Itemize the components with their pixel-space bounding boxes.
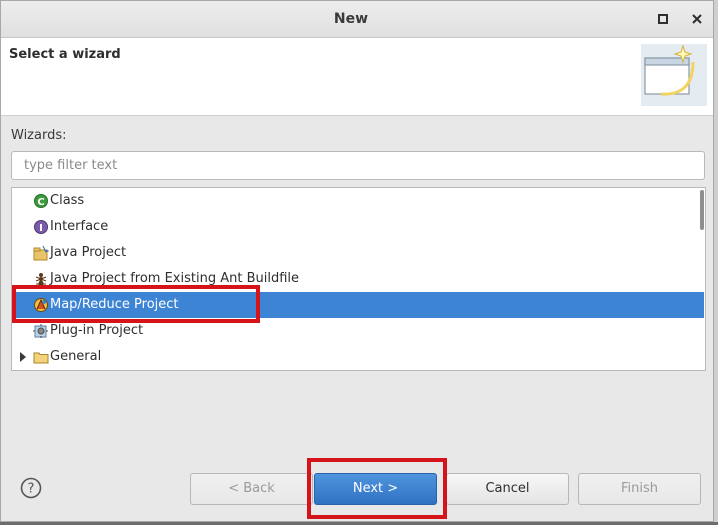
title-bar[interactable]: New [1, 1, 713, 38]
wizards-label: Wizards: [11, 128, 67, 143]
back-button[interactable]: < Back [190, 473, 313, 505]
help-icon: ? [20, 477, 42, 499]
wizard-tree[interactable]: C Class I Interface Java Project Java Pr… [11, 187, 706, 371]
class-icon: C [34, 194, 48, 208]
maximize-icon [658, 14, 668, 24]
tree-item-label: Interface [50, 219, 109, 234]
tree-item-java-project[interactable]: Java Project [12, 240, 704, 266]
wizard-header: Select a wizard [1, 38, 713, 116]
cancel-button[interactable]: Cancel [446, 473, 569, 505]
svg-text:C: C [37, 197, 44, 208]
help-button[interactable]: ? [20, 477, 42, 499]
tree-item-mapreduce-project[interactable]: Map/Reduce Project [12, 292, 704, 318]
tree-item-label: Class [50, 193, 85, 208]
svg-text:?: ? [28, 482, 35, 497]
mapreduce-project-icon [34, 298, 48, 312]
tree-item-label: Java Project from Existing Ant Buildfile [50, 271, 300, 286]
page-title: Select a wizard [9, 47, 121, 62]
plugin-project-icon [33, 324, 48, 338]
wizard-banner-icon [641, 44, 707, 106]
close-icon [692, 14, 702, 24]
maximize-button[interactable] [653, 9, 673, 29]
background-window-edge [714, 0, 718, 525]
tree-item-class[interactable]: C Class [12, 188, 704, 214]
tree-item-plugin-project[interactable]: Plug-in Project [12, 318, 704, 344]
svg-text:I: I [39, 223, 43, 234]
new-wizard-dialog: New Select a wizard Wizards: C [0, 0, 714, 522]
tree-scrollbar[interactable] [700, 190, 704, 230]
java-project-icon [33, 245, 49, 261]
interface-icon: I [34, 220, 48, 234]
tree-item-interface[interactable]: I Interface [12, 214, 704, 240]
tree-item-general[interactable]: General [12, 344, 704, 370]
filter-input[interactable] [11, 151, 705, 180]
tree-item-label: Plug-in Project [50, 323, 144, 338]
close-button[interactable] [687, 9, 707, 29]
next-button[interactable]: Next > [314, 473, 437, 505]
tree-item-label: General [50, 349, 102, 364]
finish-button[interactable]: Finish [578, 473, 701, 505]
tree-item-ant-project[interactable]: Java Project from Existing Ant Buildfile [12, 266, 704, 292]
tree-item-label: Map/Reduce Project [50, 297, 179, 312]
tree-item-label: Java Project [50, 245, 127, 260]
ant-icon [35, 273, 47, 287]
expand-arrow-icon[interactable] [19, 352, 27, 362]
window-title: New [333, 11, 369, 27]
folder-icon [33, 352, 49, 364]
